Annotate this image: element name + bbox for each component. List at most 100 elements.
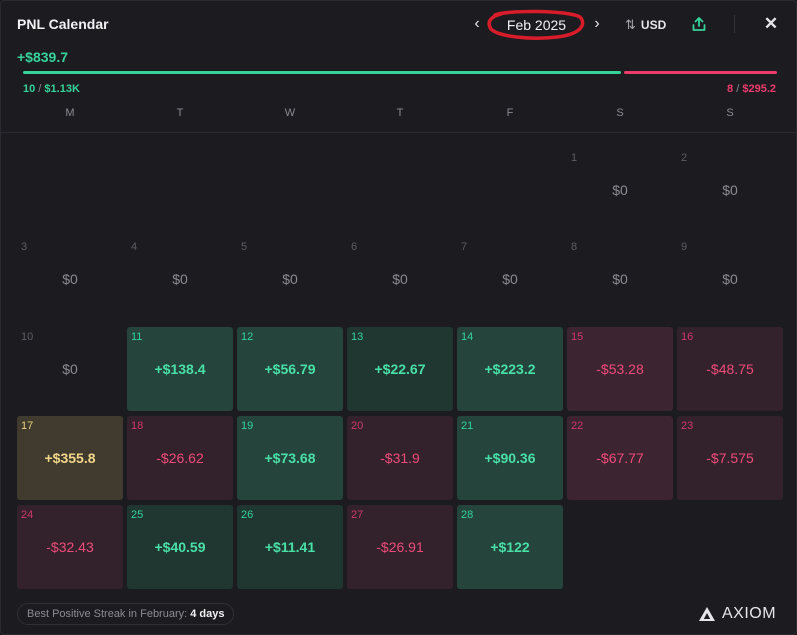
day-number: 21 (461, 420, 474, 432)
day-pnl: $0 (612, 182, 628, 198)
day-pnl: $0 (62, 271, 78, 287)
day-pnl: +$73.68 (264, 450, 316, 466)
day-pnl: $0 (392, 271, 408, 287)
day-pnl: +$355.8 (44, 450, 96, 466)
day-number: 26 (241, 509, 254, 521)
day-pnl: +$11.41 (264, 539, 316, 555)
panel-title: PNL Calendar (17, 16, 109, 32)
day-pnl: +$56.79 (264, 361, 316, 377)
day-number: 22 (571, 420, 584, 432)
day-cell[interactable]: 23 -$7.575 (677, 416, 783, 500)
axiom-logo-icon (699, 607, 715, 621)
day-pnl: $0 (722, 182, 738, 198)
day-cell[interactable]: 9 $0 (677, 237, 783, 321)
day-cell[interactable]: 11 +$138.4 (127, 327, 233, 411)
chevron-left-icon: ‹ (474, 15, 480, 32)
day-pnl: -$48.75 (706, 361, 754, 377)
day-cell[interactable]: 18 -$26.62 (127, 416, 233, 500)
day-cell[interactable]: 4 $0 (127, 237, 233, 321)
streak-value: 4 days (190, 608, 225, 620)
day-cell[interactable]: 15 -$53.28 (567, 327, 673, 411)
day-number: 16 (681, 331, 694, 343)
wins-summary: 10 / $1.13K (23, 83, 80, 95)
share-icon[interactable] (691, 16, 707, 32)
day-number: 14 (461, 331, 474, 343)
month-label: Feb 2025 (506, 17, 567, 33)
streak-label: Best Positive Streak in February: (27, 608, 188, 620)
day-cell[interactable]: 7 $0 (457, 237, 563, 321)
next-month-button[interactable]: › (589, 14, 605, 34)
header-divider (734, 15, 735, 33)
day-number: 1 (571, 152, 578, 164)
day-pnl: +$223.2 (484, 361, 536, 377)
header-separator (1, 132, 796, 133)
currency-toggle-button[interactable]: ⇅ USD (625, 16, 666, 34)
day-cell[interactable]: 6 $0 (347, 237, 453, 321)
close-icon: ✕ (763, 14, 779, 33)
day-cell[interactable]: 25 +$40.59 (127, 505, 233, 589)
day-cell[interactable]: 13 +$22.67 (347, 327, 453, 411)
wins-ratio-bar (23, 71, 621, 74)
chevron-right-icon: › (594, 15, 600, 32)
day-cell[interactable]: 27 -$26.91 (347, 505, 453, 589)
day-number: 25 (131, 509, 144, 521)
day-cell[interactable]: 19 +$73.68 (237, 416, 343, 500)
wins-count: 10 (23, 83, 36, 95)
day-number: 2 (681, 152, 688, 164)
prev-month-button[interactable]: ‹ (469, 14, 485, 34)
day-number: 19 (241, 420, 254, 432)
day-cell[interactable]: 22 -$67.77 (567, 416, 673, 500)
day-number: 7 (461, 241, 468, 253)
day-pnl: +$90.36 (484, 450, 536, 466)
brand: AXIOM (698, 605, 776, 623)
losses-amount: $295.2 (742, 83, 776, 95)
day-number: 17 (21, 420, 34, 432)
day-number: 9 (681, 241, 688, 253)
day-pnl: -$31.9 (380, 450, 420, 466)
pnl-calendar-panel: PNL Calendar ‹ Feb 2025 › ⇅ USD ✕ +$839.… (0, 0, 797, 635)
day-pnl: $0 (62, 361, 78, 377)
day-cell[interactable]: 2 $0 (677, 148, 783, 232)
day-cell[interactable]: 28 +$122 (457, 505, 563, 589)
day-number: 27 (351, 509, 364, 521)
day-cell[interactable]: 1 $0 (567, 148, 673, 232)
day-cell[interactable]: 16 -$48.75 (677, 327, 783, 411)
day-pnl: +$138.4 (154, 361, 206, 377)
day-cell[interactable]: 12 +$56.79 (237, 327, 343, 411)
day-cell[interactable]: 17 +$355.8 (17, 416, 123, 500)
day-cell[interactable]: 10 $0 (17, 327, 123, 411)
weekday-tue: T (176, 107, 184, 119)
day-cell[interactable]: 8 $0 (567, 237, 673, 321)
day-number: 18 (131, 420, 144, 432)
best-streak-badge: Best Positive Streak in February: 4 days (17, 603, 235, 625)
losses-ratio-bar (624, 71, 777, 74)
day-pnl: -$67.77 (596, 450, 644, 466)
weekday-thu: T (396, 107, 404, 119)
day-cell[interactable]: 20 -$31.9 (347, 416, 453, 500)
day-cell[interactable]: 14 +$223.2 (457, 327, 563, 411)
day-cell[interactable]: 3 $0 (17, 237, 123, 321)
day-pnl: +$22.67 (374, 361, 426, 377)
losses-summary: 8 / $295.2 (727, 83, 776, 95)
close-button[interactable]: ✕ (763, 15, 779, 33)
day-number: 13 (351, 331, 364, 343)
day-cell[interactable]: 21 +$90.36 (457, 416, 563, 500)
day-pnl: $0 (172, 271, 188, 287)
weekday-fri: F (506, 107, 514, 119)
day-number: 10 (21, 331, 34, 343)
day-cell[interactable]: 26 +$11.41 (237, 505, 343, 589)
day-number: 20 (351, 420, 364, 432)
weekday-mon: M (65, 107, 75, 119)
wins-amount: $1.13K (44, 83, 80, 95)
day-number: 28 (461, 509, 474, 521)
day-cell[interactable]: 24 -$32.43 (17, 505, 123, 589)
day-pnl: -$53.28 (596, 361, 644, 377)
day-cell[interactable]: 5 $0 (237, 237, 343, 321)
day-pnl: +$122 (490, 539, 530, 555)
weekday-sun: S (726, 107, 734, 119)
day-pnl: -$26.91 (376, 539, 424, 555)
day-pnl: $0 (722, 271, 738, 287)
day-number: 12 (241, 331, 254, 343)
currency-label: USD (640, 18, 667, 32)
day-number: 24 (21, 509, 34, 521)
